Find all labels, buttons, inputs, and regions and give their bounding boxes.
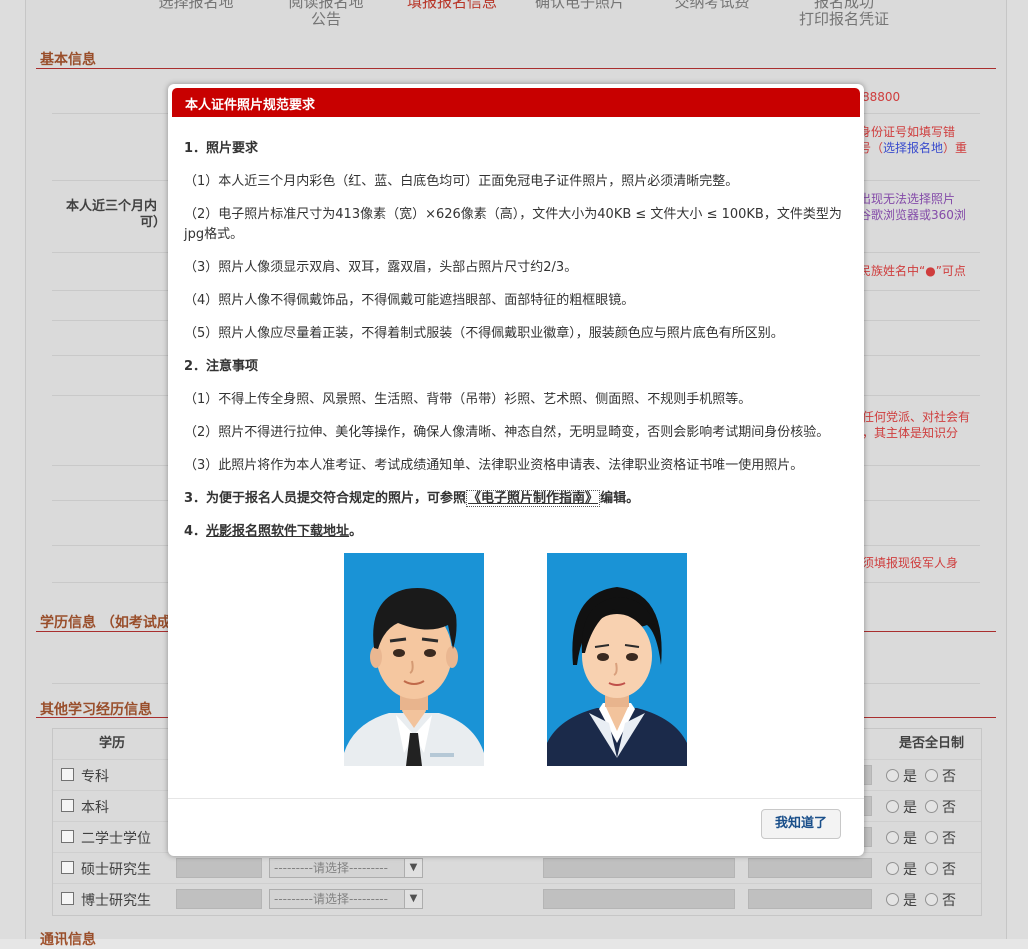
acknowledge-button[interactable]: 我知道了 — [761, 809, 841, 839]
dialog-title: 本人证件照片规范要求 — [185, 98, 316, 113]
requirement-4: （4）照片人像不得佩戴饰品，不得佩戴可能遮挡眼部、面部特征的粗框眼镜。 — [184, 293, 635, 308]
requirement-2a: （2）电子照片标准尺寸为413像素（宽）×626像素（高），文件大小为40KB … — [184, 207, 842, 222]
section-heading-photo-requirements: 1．照片要求 — [184, 141, 259, 156]
note-3: （3）此照片将作为本人准考证、考试成绩通知单、法律职业资格申请表、法律职业资格证… — [184, 458, 804, 473]
female-avatar-icon — [547, 553, 687, 766]
photo-guide-link[interactable]: 《电子照片制作指南》 — [468, 491, 598, 506]
section-heading-notes: 2．注意事项 — [184, 359, 259, 374]
male-avatar-icon — [344, 553, 484, 766]
photo-requirements-dialog: 本人证件照片规范要求 1．照片要求 （1）本人近三个月内彩色（红、蓝、白底色均可… — [168, 84, 864, 856]
note-2: （2）照片不得进行拉伸、美化等操作，确保人像清晰、神态自然，无明显畸变，否则会影… — [184, 425, 830, 440]
requirement-1: （1）本人近三个月内彩色（红、蓝、白底色均可）正面免冠电子证件照片，照片必须清晰… — [184, 174, 739, 189]
note-1: （1）不得上传全身照、风景照、生活照、背带（吊带）衫照、艺术照、侧面照、不规则手… — [184, 392, 752, 407]
software-download-link[interactable]: 光影报名照软件下载地址 — [206, 524, 349, 539]
requirement-2b: jpg格式。 — [184, 227, 244, 242]
dialog-footer-divider — [168, 798, 864, 799]
guide-line: 3．为便于报名人员提交符合规定的照片，可参照 《电子照片制作指南》 编辑。 — [184, 490, 640, 507]
dialog-header: 本人证件照片规范要求 — [172, 88, 860, 117]
female-sample-photo — [547, 553, 687, 766]
requirement-5: （5）照片人像应尽量着正装，不得着制式服装（不得佩戴职业徽章），服装颜色应与照片… — [184, 326, 784, 341]
software-line: 4．光影报名照软件下载地址。 — [184, 524, 363, 539]
requirement-3: （3）照片人像须显示双肩、双耳，露双眉，头部占照片尺寸约2/3。 — [184, 260, 578, 275]
male-sample-photo — [344, 553, 484, 766]
